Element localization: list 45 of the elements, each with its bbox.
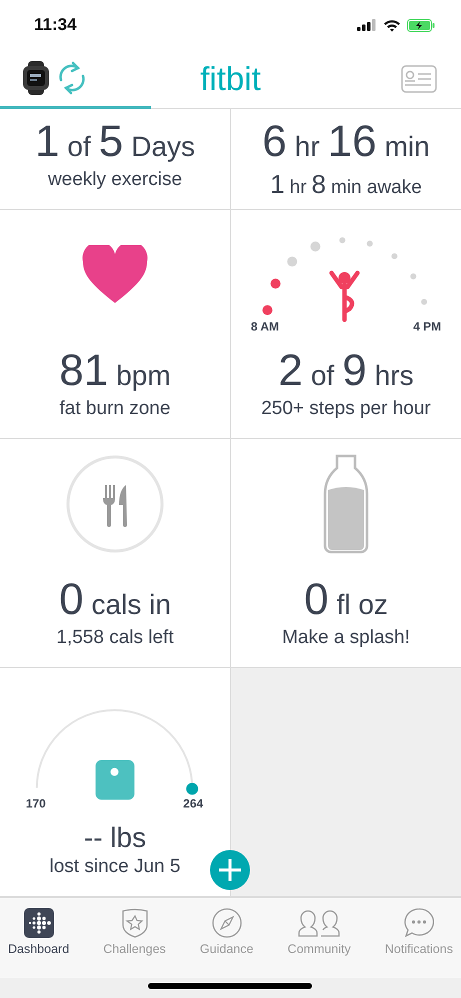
scale-icon <box>96 760 134 800</box>
goal-weight-label: 264 <box>183 796 204 811</box>
tile-value: 1 of 5 Days <box>34 117 196 167</box>
tile-caption: 1 hr 8 min awake <box>270 169 422 200</box>
food-tile[interactable]: 0 cals in 1,558 cals left <box>0 439 230 667</box>
end-time-label: 4 PM <box>413 320 442 334</box>
plus-icon <box>218 858 242 882</box>
app-title: fitbit <box>200 60 261 98</box>
watch-icon[interactable] <box>22 61 50 95</box>
tile-caption: weekly exercise <box>48 169 182 191</box>
tile-value: 0 fl oz <box>304 575 388 625</box>
tile-caption: 250+ steps per hour <box>261 398 431 420</box>
heart-tile[interactable]: 81 bpm fat burn zone <box>0 210 230 438</box>
wifi-icon <box>383 18 401 32</box>
start-time-label: 8 AM <box>250 320 279 334</box>
profile-card-icon[interactable] <box>401 65 437 93</box>
compass-icon <box>212 908 242 938</box>
tile-value: -- lbs <box>84 822 146 854</box>
chat-bubble-icon <box>404 908 434 938</box>
bottle-icon <box>323 454 369 554</box>
status-time: 11:34 <box>34 15 77 35</box>
tab-bar-item[interactable]: Dashboard <box>4 908 74 978</box>
dots-logo-icon <box>24 908 54 938</box>
gauge-dot <box>186 782 198 795</box>
tile-caption: Make a splash! <box>282 627 410 649</box>
exercise-tile[interactable]: 1 of 5 Days weekly exercise <box>0 109 230 209</box>
heart-icon <box>82 245 148 305</box>
tile-value: 2 of 9 hrs <box>278 346 414 396</box>
active-tile[interactable]: 8 AM 4 PM 2 of 9 hrs 250+ steps per hour <box>231 210 461 438</box>
people-icon <box>297 908 342 938</box>
figure-icon <box>329 270 360 322</box>
tile-value: 0 cals in <box>59 575 171 625</box>
tile-caption: fat burn zone <box>60 398 170 420</box>
tile-caption: 1,558 cals left <box>56 627 174 649</box>
tile-value: 6 hr 16 min <box>262 117 430 167</box>
water-tile[interactable]: 0 fl oz Make a splash! <box>231 439 461 667</box>
shield-star-icon <box>120 908 150 938</box>
sleep-tile[interactable]: 6 hr 16 min 1 hr 8 min awake <box>231 109 461 209</box>
signal-icon <box>357 19 377 31</box>
tile-value: 81 bpm <box>59 346 171 396</box>
battery-icon <box>407 18 435 32</box>
tile-caption: lost since Jun 5 <box>50 856 180 878</box>
weight-tile[interactable]: 170 264 -- lbs lost since Jun 5 <box>0 668 230 896</box>
food-icon <box>66 455 164 553</box>
start-weight-label: 170 <box>26 796 46 811</box>
